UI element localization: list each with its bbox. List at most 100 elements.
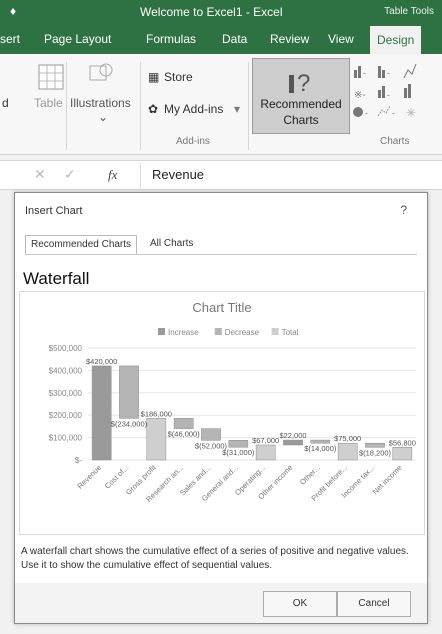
tab-recommended-charts[interactable]: Recommended Charts [25,235,138,255]
ribbon-separator [248,62,249,150]
svg-text:-: - [392,108,395,118]
cancel-entry-icon[interactable]: ✕ [34,166,46,183]
store-icon[interactable]: ▦ [148,70,159,84]
waterfall-bar [173,418,194,429]
help-button[interactable]: ? [400,203,407,217]
waterfall-bar [310,439,331,444]
recommended-charts-button[interactable]: ? Recommended Charts [252,58,350,134]
legend-swatch [158,328,165,335]
legend-label: Increase [168,328,199,337]
charts-group-label: Charts [380,136,410,147]
ribbon: d Table Illustrations ⌄ ▦ Store ✿ My Add… [0,54,442,155]
y-axis-ticks: $- $100,000 $200,000 $300,000 $400,000 $500,0… [49,344,83,465]
data-label: $186,000 [141,409,172,418]
y-tick-label: $200,000 [49,411,83,420]
svg-text:✳: ✳ [406,106,416,120]
tab-formulas[interactable]: Formulas [146,32,196,46]
x-axis-labels: Revenue Cost of...Gross profitResearch an… [75,462,403,504]
legend-label: Total [282,328,299,337]
cancel-button[interactable]: Cancel [337,591,411,617]
formula-bar: ✕ ✓ fx Revenue [0,160,442,190]
tab-design[interactable]: Design [370,26,422,54]
waterfall-bar [365,442,385,448]
svg-text:※-: ※- [354,90,366,101]
formula-input[interactable]: Revenue [152,167,204,182]
svg-text:-: - [387,68,390,78]
insert-chart-dialog: Insert Chart ? Recommended Charts All Ch… [14,192,428,624]
illustrations-icon[interactable] [88,60,114,89]
tab-divider [25,254,417,255]
data-label: $(18,200) [359,448,392,457]
my-addins-dropdown-icon[interactable]: ▾ [234,102,240,116]
ribbon-tabs: sert Page Layout Formulas Data Review Vi… [0,24,442,54]
chart-description: A waterfall chart shows the cumulative e… [21,546,409,571]
data-label: $(14,000) [304,444,337,453]
insert-function-button[interactable]: fx [108,167,117,183]
x-tick-label: Other... [298,463,322,487]
waterfall-bar [201,428,221,441]
my-addins-button[interactable]: My Add-ins [164,102,223,116]
tab-page-layout[interactable]: Page Layout [44,32,111,46]
my-addins-icon[interactable]: ✿ [148,102,158,116]
store-button[interactable]: Store [164,70,193,84]
y-tick-label: $100,000 [49,434,83,443]
addins-group-label: Add-ins [176,136,210,147]
chart-type-name: Waterfall [23,269,90,288]
legend-label: Decrease [225,328,260,337]
tab-view[interactable]: View [328,32,354,46]
waterfall-bar [283,439,303,446]
tab-data[interactable]: Data [222,32,247,46]
dialog-title: Insert Chart [25,205,83,217]
waterfall-chart: Chart Title Increase Decrease Total $- $100… [49,300,416,504]
y-tick-label: $300,000 [49,389,83,398]
data-label: $(31,000) [222,448,255,457]
svg-text:-: - [387,90,390,100]
y-tick-label: $400,000 [49,366,83,375]
data-label: $22,000 [279,431,306,440]
dialog-footer: OK Cancel [15,583,427,623]
tab-review[interactable]: Review [270,32,309,46]
svg-text:-: - [365,108,368,118]
tab-all-charts[interactable]: All Charts [145,235,198,253]
waterfall-bar [228,440,249,448]
y-tick-label: $- [75,456,82,465]
quick-access-icon[interactable]: ♦ [10,4,16,18]
waterfall-bar [91,365,112,461]
data-label: $(234,000) [111,419,148,428]
waterfall-bar [392,447,413,461]
data-label: $75,000 [334,434,361,443]
ribbon-separator [140,62,141,150]
x-tick-label: Cost of... [103,463,131,491]
x-tick-label: Net income [371,463,404,496]
window-title: Welcome to Excel1 - Excel [140,5,283,19]
data-label: $67,000 [252,436,279,445]
y-tick-label: $500,000 [49,344,83,353]
ok-button[interactable]: OK [263,591,337,617]
waterfall-bar [337,442,358,461]
waterfall-bar [146,418,167,461]
illustrations-button[interactable]: Illustrations [70,96,131,110]
ribbon-separator [66,62,67,150]
chart-type-icons[interactable]: - - ※- - - - ✳ [352,60,440,129]
waterfall-bar [255,444,276,461]
svg-text:?: ? [297,70,310,95]
recommended-charts-icon: ? [289,70,310,95]
x-tick-label: Revenue [75,463,103,491]
title-bar: ♦ Welcome to Excel1 - Excel Table Tools [0,0,442,24]
legend-swatch [271,328,279,335]
confirm-entry-icon[interactable]: ✓ [64,166,76,183]
recommended-charts-label-line1: Recommended [260,97,342,111]
table-button[interactable]: Table [34,96,63,110]
recommended-charts-label-line2: Charts [283,113,319,127]
legend-swatch [214,328,222,335]
table-icon[interactable] [38,64,64,93]
chart-legend: Increase Decrease Total [158,328,299,337]
ribbon-d-label: d [2,96,9,110]
data-label: $(46,000) [168,430,201,439]
tab-insert[interactable]: sert [0,32,20,46]
context-tools-label: Table Tools [384,6,434,17]
chart-preview[interactable]: Chart Title Increase Decrease Total $- $100… [19,291,425,535]
chart-title: Chart Title [192,300,251,315]
svg-text:-: - [363,68,366,78]
illustrations-dropdown-icon[interactable]: ⌄ [98,110,108,124]
